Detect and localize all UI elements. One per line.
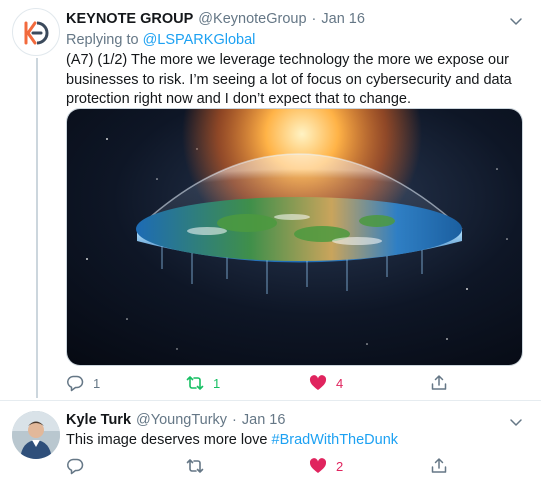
mention-link[interactable]: @LSPARKGlobal [143, 32, 256, 48]
keynote-group-logo [24, 21, 49, 45]
tweet-kyle-turk[interactable]: Kyle Turk @YoungTurky · Jan 16 This imag… [0, 400, 541, 484]
thread-connector-line [36, 58, 38, 398]
flat-earth-dome-image [67, 109, 522, 365]
like-button[interactable]: 2 [309, 456, 343, 476]
user-handle[interactable]: @KeynoteGroup [198, 10, 306, 29]
retweet-button[interactable]: 1 [186, 373, 220, 393]
retweet-count: 1 [213, 375, 221, 391]
heart-icon [309, 458, 327, 473]
chevron-down-icon[interactable] [509, 14, 523, 28]
share-icon [431, 375, 447, 390]
retweet-icon [186, 459, 204, 473]
reply-button[interactable] [66, 456, 93, 476]
separator-dot: · [232, 412, 237, 428]
display-name[interactable]: KEYNOTE GROUP [66, 10, 193, 29]
tweet-header: KEYNOTE GROUP @KeynoteGroup · Jan 16 [66, 10, 529, 29]
reply-icon [67, 458, 84, 475]
share-icon [431, 458, 447, 473]
tweet-date[interactable]: Jan 16 [321, 10, 365, 29]
retweet-button[interactable] [186, 456, 213, 476]
retweet-icon [186, 376, 204, 390]
avatar[interactable] [12, 8, 60, 56]
like-count: 2 [336, 458, 344, 474]
tweet-date[interactable]: Jan 16 [242, 411, 286, 430]
heart-icon [309, 375, 327, 390]
tweet-actions: 2 [66, 456, 466, 476]
replying-to: Replying to @LSPARKGlobal [66, 30, 529, 50]
like-button[interactable]: 4 [309, 373, 343, 393]
avatar[interactable] [12, 411, 60, 459]
hashtag-link[interactable]: #BradWithTheDunk [272, 432, 399, 448]
tweet-header: Kyle Turk @YoungTurky · Jan 16 [66, 411, 529, 430]
reply-button[interactable]: 1 [66, 373, 100, 393]
user-handle[interactable]: @YoungTurky [136, 411, 227, 430]
user-photo-icon [12, 411, 60, 459]
tweet-text: (A7) (1/2) The more we leverage technolo… [66, 52, 512, 107]
separator-dot: · [311, 11, 317, 27]
chevron-down-icon[interactable] [509, 415, 523, 429]
tweet-keynote-group[interactable]: KEYNOTE GROUP @KeynoteGroup · Jan 16 Rep… [0, 0, 541, 400]
tweet-image[interactable] [66, 108, 523, 366]
share-button[interactable] [430, 456, 448, 476]
share-button[interactable] [430, 373, 448, 393]
reply-count: 1 [93, 375, 101, 391]
like-count: 4 [336, 375, 344, 391]
reply-icon [67, 375, 84, 392]
tweet-body: This image deserves more love [66, 432, 272, 448]
tweet-text: This image deserves more love #BradWithT… [66, 431, 529, 451]
replying-to-label: Replying to [66, 32, 143, 48]
display-name[interactable]: Kyle Turk [66, 411, 131, 430]
tweet-actions: 1 1 4 [66, 373, 466, 393]
